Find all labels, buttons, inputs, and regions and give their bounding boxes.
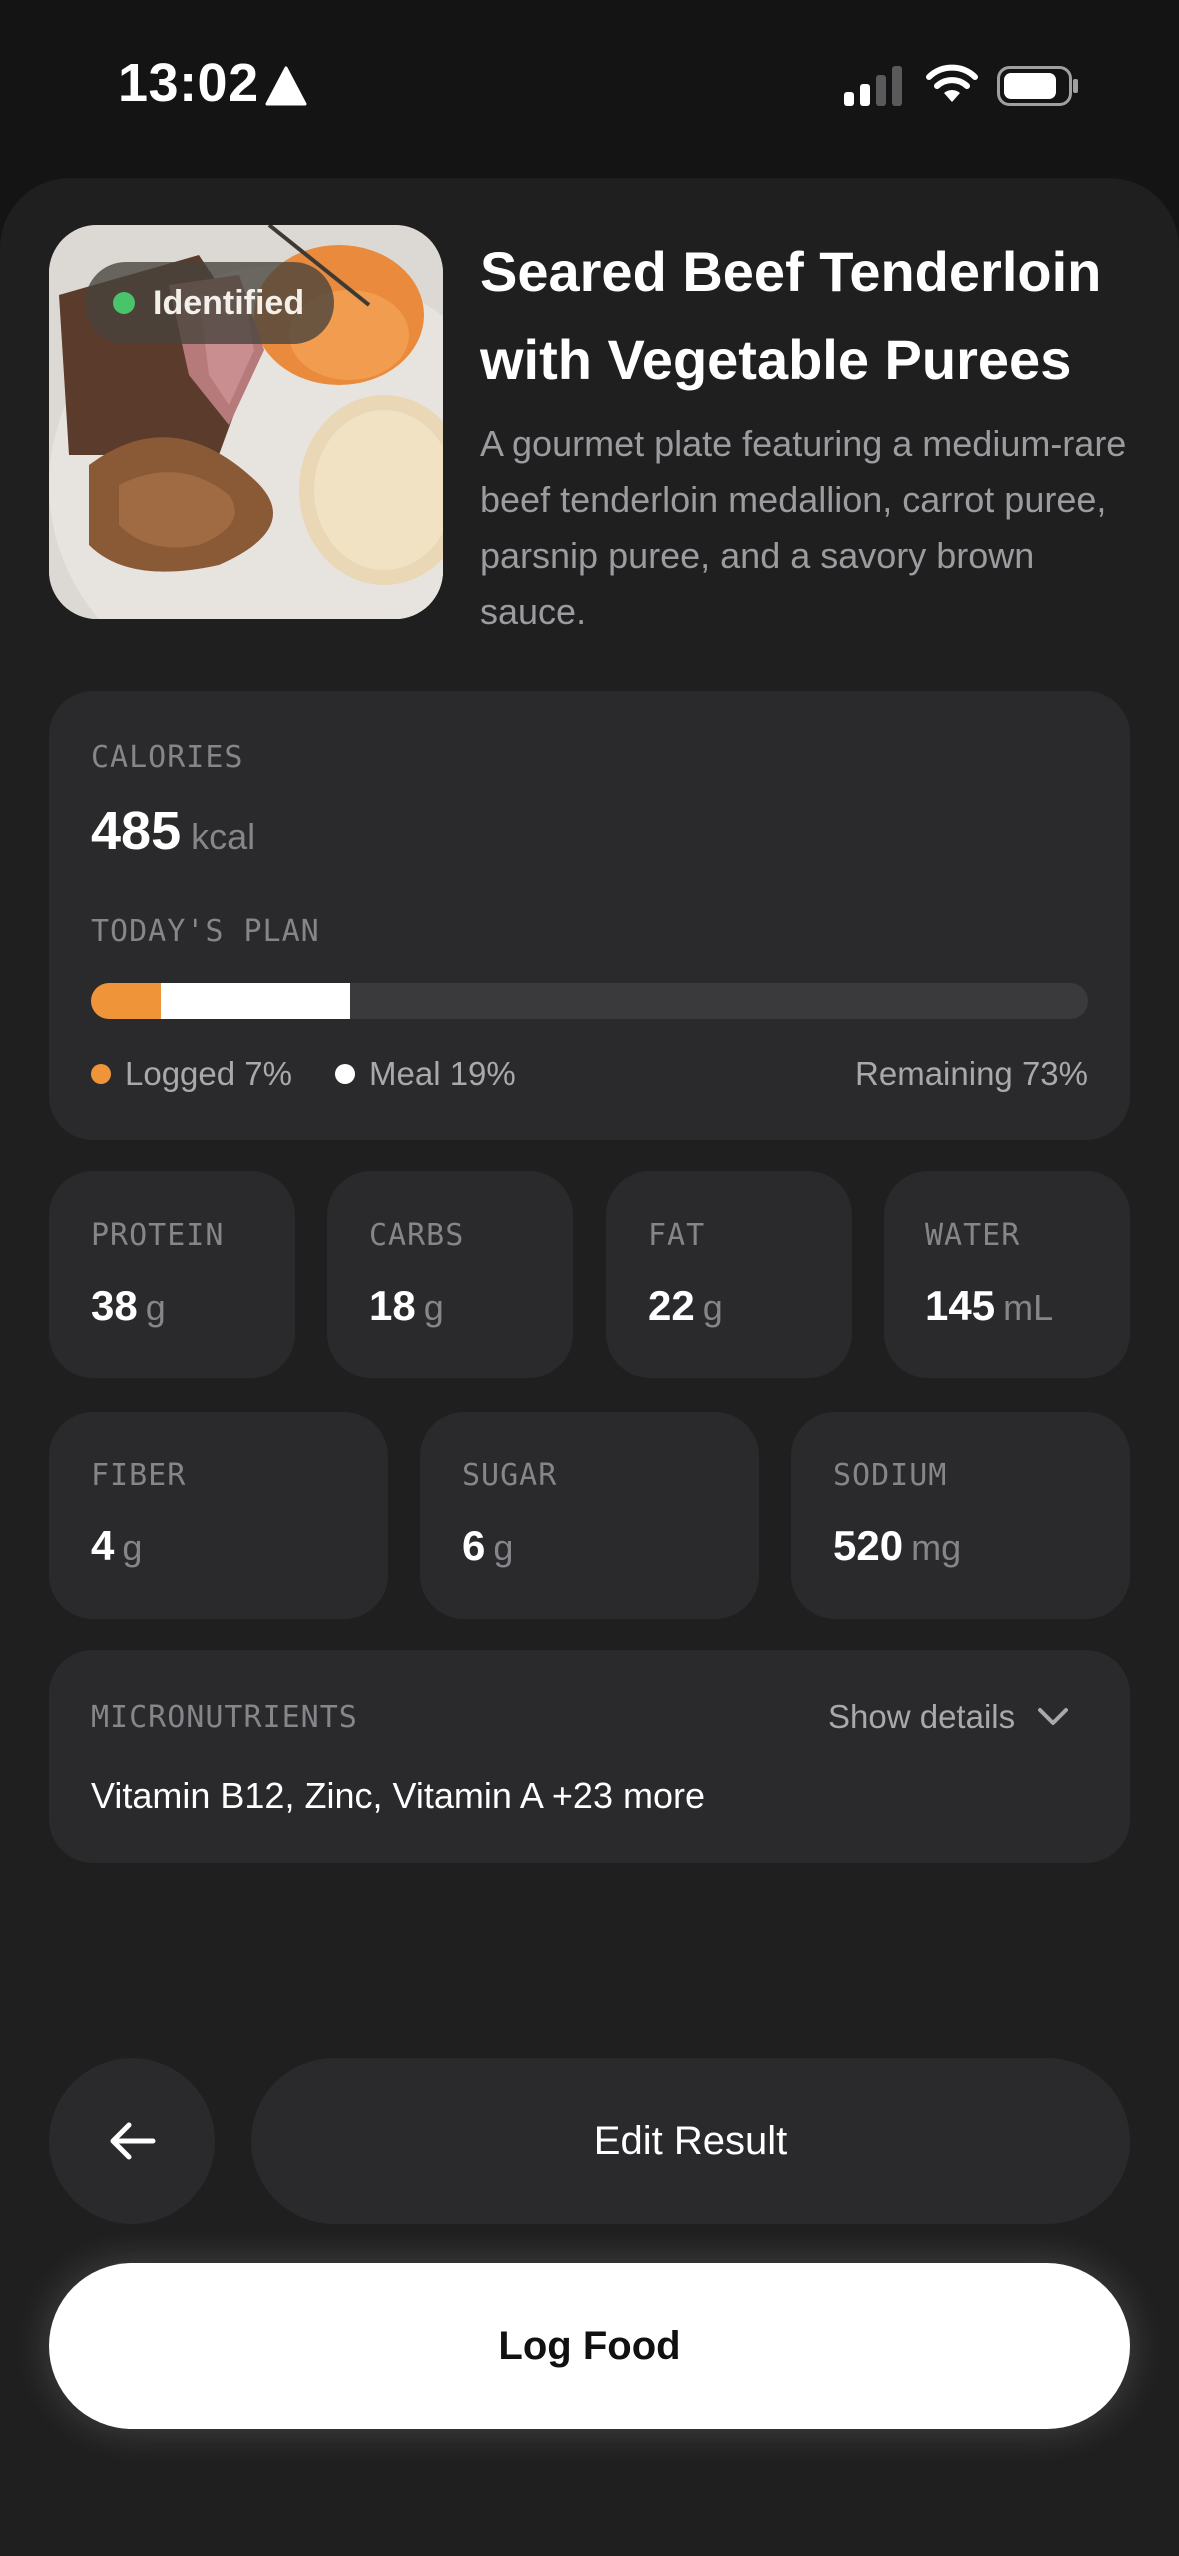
back-button[interactable]	[49, 2058, 215, 2224]
macro-card-protein	[49, 1171, 295, 1378]
water-value-row: 145 mL	[925, 1282, 1053, 1330]
legend-logged: Logged 7%	[91, 1055, 292, 1093]
fiber-value-row: 4g	[91, 1522, 142, 1570]
protein-value-row: 38 g	[91, 1282, 166, 1330]
macro-card-fat	[606, 1171, 852, 1378]
micronutrients-card	[49, 1650, 1130, 1863]
micronutrients-summary: Vitamin B12, Zinc, Vitamin A +23 more	[91, 1775, 705, 1816]
plan-label: TODAY'S PLAN	[91, 914, 320, 949]
protein-value: 38	[91, 1282, 138, 1329]
log-food-button[interactable]: Log Food	[49, 2263, 1130, 2429]
micronutrients-label: MICRONUTRIENTS	[91, 1700, 358, 1735]
water-label: WATER	[925, 1218, 1021, 1253]
show-details-label: Show details	[828, 1698, 1016, 1735]
progress-meal	[160, 983, 351, 1019]
fat-unit: g	[702, 1287, 723, 1328]
legend-logged-text: Logged 7%	[125, 1055, 292, 1092]
legend-remaining: Remaining 73%	[855, 1055, 1088, 1093]
wifi-icon	[926, 64, 978, 102]
nutrient-card-fiber	[49, 1412, 388, 1619]
identified-badge: Identified	[85, 262, 335, 344]
sugar-label: SUGAR	[462, 1458, 558, 1493]
legend-meal: Meal 19%	[335, 1055, 516, 1093]
fiber-unit: g	[122, 1527, 143, 1568]
protein-label: PROTEIN	[91, 1218, 225, 1253]
calories-label: CALORIES	[91, 740, 244, 775]
edit-result-button[interactable]: Edit Result	[251, 2058, 1130, 2224]
status-time: 13:02	[118, 53, 259, 113]
sodium-unit: mg	[911, 1527, 962, 1568]
nutrient-card-sugar	[420, 1412, 759, 1619]
fiber-label: FIBER	[91, 1458, 187, 1493]
sugar-value: 6	[462, 1522, 486, 1569]
water-value: 145	[925, 1282, 996, 1329]
logged-dot	[91, 1064, 111, 1084]
battery-icon	[997, 66, 1078, 106]
status-dot	[113, 292, 135, 314]
fat-value-row: 22 g	[648, 1282, 723, 1330]
fiber-value: 4	[91, 1522, 115, 1569]
sodium-value-row: 520 mg	[833, 1522, 961, 1570]
carbs-value: 18	[369, 1282, 416, 1329]
water-unit: mL	[1003, 1287, 1054, 1328]
cellular-signal-icon	[844, 66, 902, 106]
legend-remaining-text: Remaining 73%	[855, 1055, 1088, 1092]
nutrient-card-sodium	[791, 1412, 1130, 1619]
carbs-unit: g	[423, 1287, 444, 1328]
progress-logged	[91, 983, 161, 1019]
badge-label: Identified	[153, 283, 305, 322]
location-arrow-icon	[265, 66, 307, 106]
calories-unit: kcal	[191, 816, 256, 857]
fat-label: FAT	[648, 1218, 706, 1253]
sugar-value-row: 6g	[462, 1522, 513, 1570]
sodium-label: SODIUM	[833, 1458, 948, 1493]
food-title: Seared Beef Tenderloin with Vegetable Pu…	[480, 240, 1102, 391]
calories-value: 485	[91, 801, 182, 861]
chevron-down-icon	[1038, 1708, 1069, 1725]
carbs-label: CARBS	[369, 1218, 465, 1253]
plan-progress-bar	[91, 983, 1088, 1019]
carbs-value-row: 18 g	[369, 1282, 444, 1330]
legend-meal-text: Meal 19%	[369, 1055, 516, 1092]
macro-card-water	[884, 1171, 1130, 1378]
calories-value-row: 485 kcal	[91, 800, 255, 862]
food-description: A gourmet plate featuring a medium-rare …	[480, 423, 1127, 632]
fat-value: 22	[648, 1282, 695, 1329]
meal-dot	[335, 1064, 355, 1084]
arrow-left-icon	[110, 2122, 156, 2160]
sugar-unit: g	[493, 1527, 514, 1568]
macro-card-carbs	[327, 1171, 573, 1378]
protein-unit: g	[145, 1287, 166, 1328]
sodium-value: 520	[833, 1522, 904, 1569]
show-details-toggle[interactable]: Show details	[828, 1698, 1069, 1736]
